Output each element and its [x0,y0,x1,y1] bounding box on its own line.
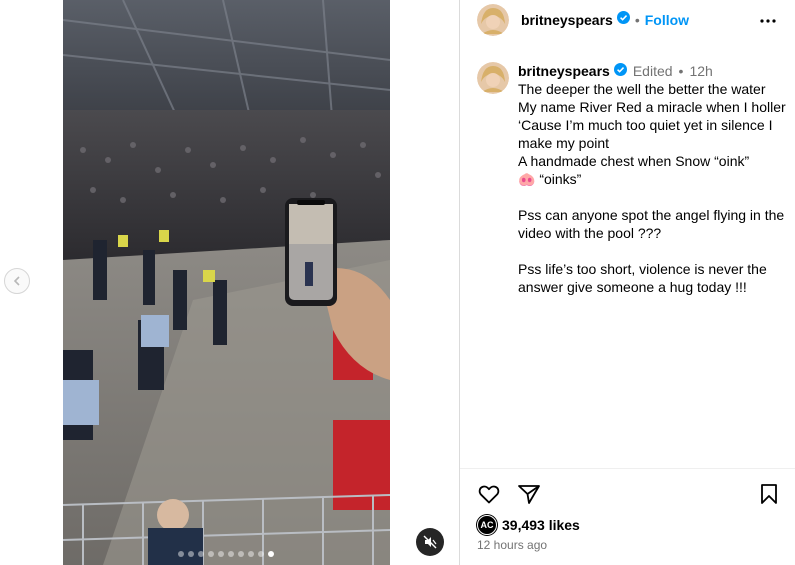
chevron-left-icon [13,276,20,286]
media-pane [0,0,459,565]
more-horizontal-icon [760,19,776,23]
carousel-dot [248,551,254,557]
carousel-dot [178,551,184,557]
carousel-indicator [178,551,274,557]
share-button[interactable] [517,482,541,511]
bookmark-icon [761,484,777,504]
heart-icon [478,485,500,504]
actions-divider [460,468,795,469]
likes-count[interactable]: 39,493 likes [502,517,580,533]
post-header: britneyspears • Follow [460,0,795,40]
carousel-dot [198,551,204,557]
caption-avatar[interactable] [477,62,509,94]
likes-row: AC 39,493 likes [477,515,580,535]
action-bar [477,482,787,508]
post-timestamp[interactable]: 12 hours ago [477,538,547,552]
post-author-username[interactable]: britneyspears [521,12,613,28]
carousel-dot [188,551,194,557]
save-button[interactable] [757,482,781,511]
verified-badge-icon [613,62,627,80]
carousel-dot [218,551,224,557]
carousel-dot [238,551,244,557]
carousel-dot [228,551,234,557]
edited-label: Edited [632,63,673,79]
like-button[interactable] [477,482,501,511]
caption-author-username[interactable]: britneyspears [518,62,610,80]
verified-badge-icon [616,11,630,29]
carousel-prev-button[interactable] [4,268,30,294]
profile-photo [477,62,509,94]
speaker-muted-icon [423,535,437,549]
post-video[interactable] [63,0,390,565]
header-separator: • [634,12,640,28]
caption-body: britneyspears Edited • 12h The deeper th… [518,62,786,296]
video-frame-illustration [63,0,390,565]
post-caption: britneyspears Edited • 12h The deeper th… [477,62,787,296]
avatar[interactable] [477,4,509,36]
instagram-post-window: britneyspears • Follow britneyspears Edi… [0,0,795,565]
carousel-dot [208,551,214,557]
caption-meta: britneyspears Edited • 12h [518,62,786,80]
caption-time[interactable]: 12h [689,62,712,80]
caption-text: The deeper the well the better the water… [518,81,786,295]
paper-plane-icon [518,485,540,504]
profile-photo [477,4,509,36]
carousel-dot [258,551,264,557]
more-options-button[interactable] [759,12,777,35]
carousel-dot [268,551,274,557]
caption-separator: • [678,63,684,79]
follow-button[interactable]: Follow [645,12,689,28]
liker-avatar-badge[interactable]: AC [477,515,497,535]
post-side-panel: britneyspears • Follow britneyspears Edi… [460,0,795,565]
mute-toggle-button[interactable] [416,528,444,556]
